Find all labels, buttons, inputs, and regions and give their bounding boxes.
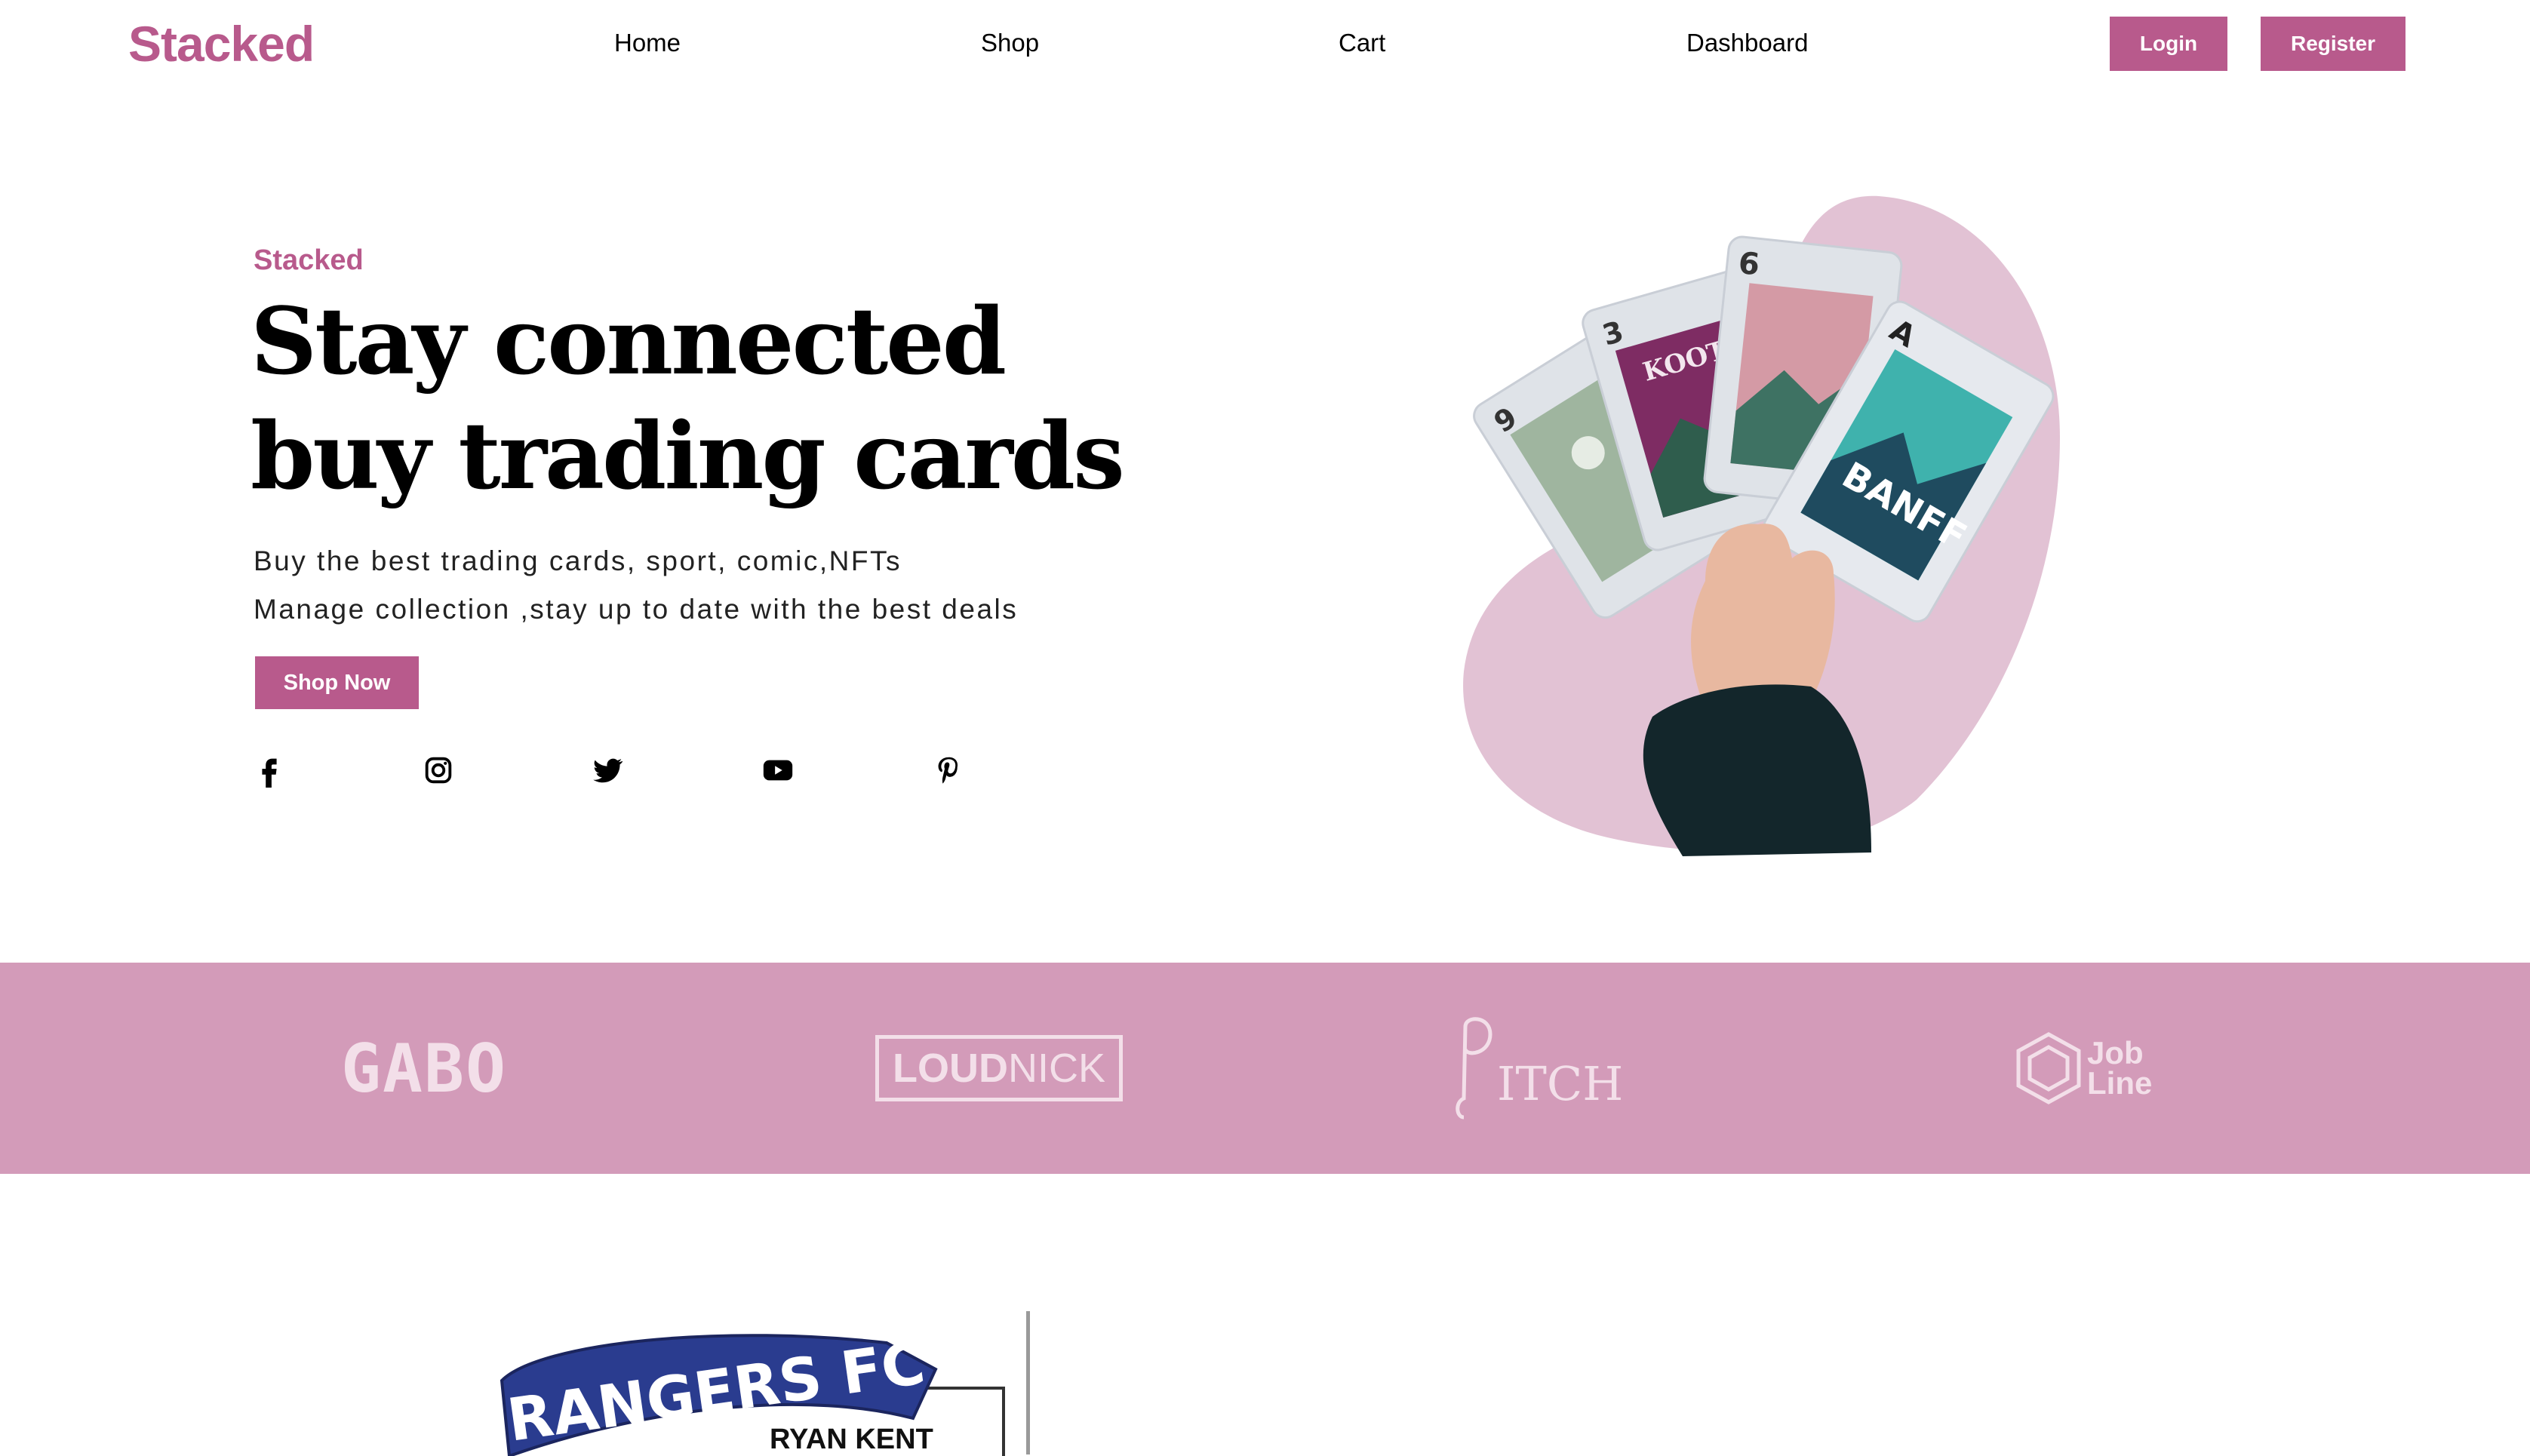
shop-now-button[interactable]: Shop Now	[255, 656, 419, 709]
partner-logo-band: GABO LOUD NICK ITCH Job Line	[0, 963, 2530, 1174]
headline-line-2: buy trading cards	[251, 401, 1125, 510]
section-divider	[1026, 1311, 1030, 1454]
partner-logo-jobline: Job Line	[2015, 963, 2152, 1174]
pitch-p-icon	[1456, 1017, 1492, 1120]
pinterest-icon[interactable]	[931, 753, 966, 788]
register-button[interactable]: Register	[2261, 17, 2405, 71]
nav-link-dashboard[interactable]: Dashboard	[1686, 29, 1808, 57]
subtext-line-1: Buy the best trading cards, sport, comic…	[254, 545, 902, 576]
nav-link-shop[interactable]: Shop	[981, 29, 1039, 57]
login-button[interactable]: Login	[2110, 17, 2227, 71]
featured-card-preview[interactable]: RANGERS FC RYAN KENT	[494, 1328, 1015, 1456]
jobline-wordmark: Job Line	[2087, 1035, 2153, 1101]
loudnick-frame: LOUD NICK	[875, 1035, 1123, 1101]
jobline-hexagon-icon	[2016, 1032, 2081, 1104]
nav-link-home[interactable]: Home	[614, 29, 681, 57]
hero-eyebrow: Stacked	[254, 244, 364, 276]
twitter-icon[interactable]	[590, 753, 625, 788]
hand	[1691, 524, 1835, 709]
top-navbar: Stacked Home Shop Cart Dashboard Login R…	[0, 0, 2530, 91]
partner-logo-loudnick: LOUD NICK	[875, 963, 1123, 1174]
headline-line-1: Stay connected	[251, 287, 1007, 395]
youtube-icon[interactable]	[761, 753, 795, 788]
hero-subtext: Buy the best trading cards, sport, comic…	[254, 537, 1234, 634]
subtext-line-2: Manage collection ,stay up to date with …	[254, 594, 1019, 625]
instagram-icon[interactable]	[421, 753, 456, 788]
brand-logo[interactable]: Stacked	[128, 15, 315, 72]
facebook-icon[interactable]	[252, 753, 287, 788]
hero-headline: Stay connected buy trading cards	[251, 284, 1231, 513]
partner-logo-pitch: ITCH	[1449, 963, 1623, 1174]
nav-link-cart[interactable]: Cart	[1339, 29, 1385, 57]
partner-logo-gabo: GABO	[341, 1029, 507, 1107]
svg-text:6: 6	[1737, 246, 1761, 283]
hero-illustration: 9 3 KOOT 6 A BANFF	[1456, 189, 2113, 868]
